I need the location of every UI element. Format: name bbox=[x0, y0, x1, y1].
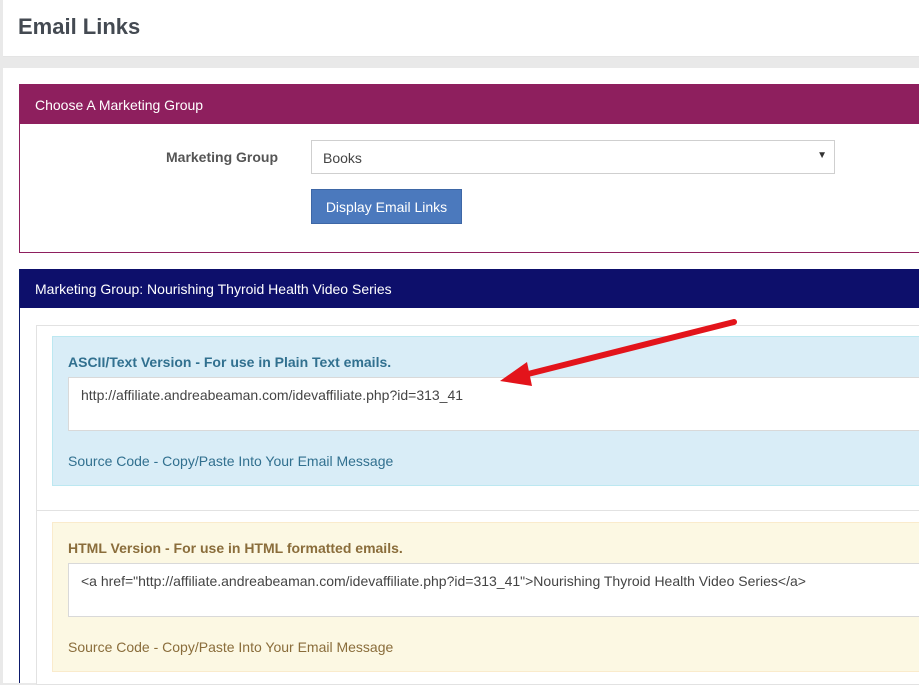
email-links-results-panel: Marketing Group: Nourishing Thyroid Heal… bbox=[19, 269, 919, 685]
page-header: Email Links bbox=[3, 0, 919, 57]
marketing-group-label: Marketing Group bbox=[166, 149, 279, 165]
ascii-source-caption: Source Code - Copy/Paste Into Your Email… bbox=[68, 453, 394, 469]
choose-marketing-group-panel: Choose A Marketing Group Marketing Group… bbox=[19, 84, 919, 253]
marketing-group-select[interactable]: Books ▼ bbox=[311, 140, 835, 174]
display-email-links-button[interactable]: Display Email Links bbox=[311, 189, 462, 224]
html-source-caption: Source Code - Copy/Paste Into Your Email… bbox=[68, 639, 394, 655]
marketing-group-select-value: Books bbox=[323, 150, 362, 166]
ascii-link-well: ASCII/Text Version - For use in Plain Te… bbox=[36, 325, 919, 513]
results-panel-heading: Marketing Group: Nourishing Thyroid Heal… bbox=[20, 269, 919, 308]
html-link-well: HTML Version - For use in HTML formatted… bbox=[36, 510, 919, 685]
html-version-box: HTML Version - For use in HTML formatted… bbox=[52, 522, 919, 672]
ascii-version-title: ASCII/Text Version - For use in Plain Te… bbox=[68, 354, 392, 370]
html-version-title: HTML Version - For use in HTML formatted… bbox=[68, 540, 403, 556]
caret-down-icon: ▼ bbox=[817, 150, 827, 161]
choose-panel-heading: Choose A Marketing Group bbox=[20, 85, 919, 124]
ascii-version-box: ASCII/Text Version - For use in Plain Te… bbox=[52, 336, 919, 486]
page-title: Email Links bbox=[18, 14, 141, 39]
html-source-code-field[interactable]: <a href="http://affiliate.andreabeaman.c… bbox=[68, 563, 919, 617]
main-content: Choose A Marketing Group Marketing Group… bbox=[3, 68, 919, 685]
ascii-source-code-field[interactable]: http://affiliate.andreabeaman.com/idevaf… bbox=[68, 377, 919, 431]
